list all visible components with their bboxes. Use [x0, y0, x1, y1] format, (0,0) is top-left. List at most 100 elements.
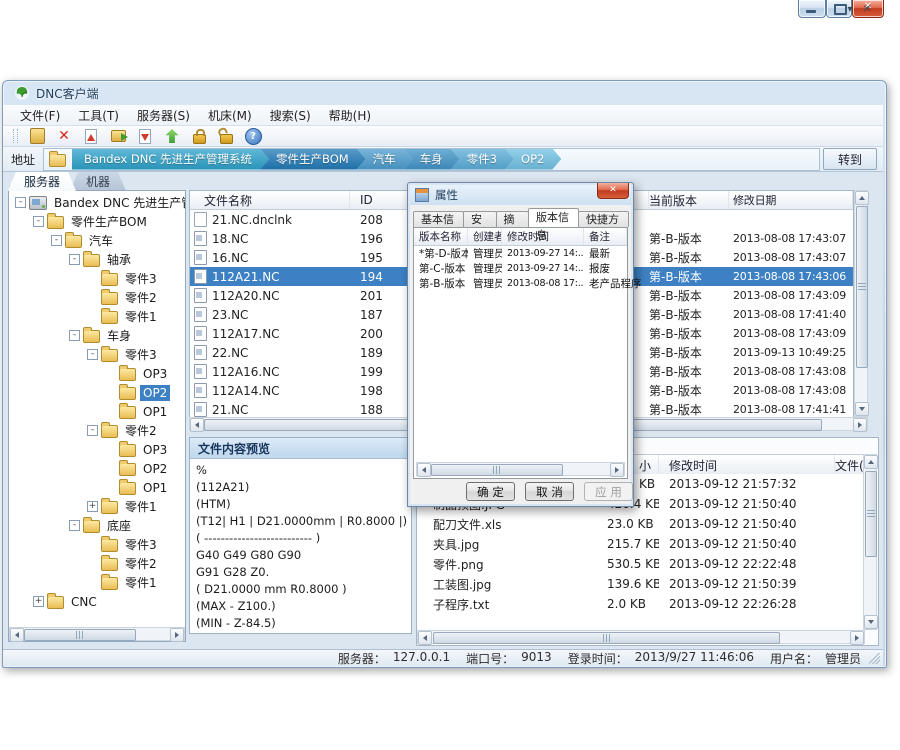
tree-item[interactable]: OP1: [9, 478, 185, 497]
attachments-vscrollbar[interactable]: [863, 454, 877, 630]
scrollbar-thumb[interactable]: [865, 471, 877, 557]
scroll-up-icon[interactable]: [864, 455, 878, 469]
tree-item[interactable]: OP3: [9, 440, 185, 459]
breadcrumb-segment[interactable]: 零件生产BOM: [260, 149, 366, 170]
column-header-creator[interactable]: 创建者: [468, 228, 502, 245]
expander-icon[interactable]: -: [51, 235, 62, 246]
tree-item[interactable]: 零件1: [9, 307, 185, 326]
dialog-tab[interactable]: 安全: [463, 211, 497, 227]
toolbar-button[interactable]: [135, 127, 155, 145]
breadcrumb-segment[interactable]: Bandex DNC 先进生产管理系统: [72, 149, 269, 170]
tree-item[interactable]: - 零件2: [9, 421, 185, 440]
dialog-tab[interactable]: 快捷方式: [578, 211, 629, 227]
tree-item[interactable]: - 零件生产BOM: [9, 212, 185, 231]
expander-icon[interactable]: +: [87, 501, 98, 512]
scroll-left-icon[interactable]: [418, 631, 432, 645]
cancel-button[interactable]: 取 消: [525, 482, 574, 501]
go-button[interactable]: 转到: [823, 148, 877, 170]
scroll-left-icon[interactable]: [190, 418, 204, 432]
tree-item[interactable]: OP1: [9, 402, 185, 421]
scroll-right-icon[interactable]: [610, 463, 624, 477]
tree-item[interactable]: 零件1: [9, 573, 185, 592]
expander-icon[interactable]: -: [15, 197, 26, 208]
list-item[interactable]: 工装图.jpg 139.6 KB 2013-09-12 21:50:39: [417, 574, 865, 594]
expander-icon[interactable]: -: [87, 425, 98, 436]
menu-item[interactable]: 机床(M): [199, 105, 261, 126]
column-header-version-name[interactable]: 版本名称: [414, 228, 468, 245]
scrollbar-thumb[interactable]: [24, 629, 136, 641]
menu-item[interactable]: 文件(F): [11, 105, 69, 126]
column-header-version[interactable]: 当前版本: [649, 191, 729, 209]
tree-item[interactable]: - 底座: [9, 516, 185, 535]
menu-item[interactable]: 服务器(S): [128, 105, 199, 126]
tree-item[interactable]: OP2: [9, 459, 185, 478]
toolbar-button[interactable]: [162, 127, 182, 145]
tree-item[interactable]: - 零件3: [9, 345, 185, 364]
list-item[interactable]: 夹具.jpg 215.7 KB 2013-09-12 21:50:40: [417, 534, 865, 554]
expander-icon[interactable]: -: [87, 349, 98, 360]
dialog-hscrollbar[interactable]: [416, 462, 625, 476]
toolbar-button[interactable]: [243, 127, 263, 145]
list-item[interactable]: 零件.png 530.5 KB 2013-09-12 22:22:48: [417, 554, 865, 574]
column-header-modified[interactable]: 修改时间: [659, 455, 835, 475]
panel-tab[interactable]: 机器: [70, 172, 126, 191]
toolbar-button[interactable]: [189, 127, 209, 145]
attachments-hscrollbar[interactable]: [417, 630, 865, 644]
tree-item[interactable]: 零件3: [9, 535, 185, 554]
toolbar-button[interactable]: [27, 127, 47, 145]
toolbar-button[interactable]: [108, 127, 128, 145]
column-header-id[interactable]: ID: [350, 191, 412, 209]
column-header-file[interactable]: 文件(&: [835, 455, 865, 475]
tree-item[interactable]: 零件2: [9, 554, 185, 573]
tree-item[interactable]: + 零件1: [9, 497, 185, 516]
list-item[interactable]: 子程序.txt 2.0 KB 2013-09-12 22:26:28: [417, 594, 865, 614]
titlebar[interactable]: DNC客户端: [2, 81, 883, 105]
expander-icon[interactable]: -: [69, 520, 80, 531]
tree-item[interactable]: - 轴承: [9, 250, 185, 269]
dialog-tab[interactable]: 版本信息: [528, 208, 579, 227]
expander-icon[interactable]: +: [33, 596, 44, 607]
scrollbar-thumb[interactable]: [431, 464, 563, 476]
tree-item[interactable]: OP3: [9, 364, 185, 383]
panel-menu-icon[interactable]: ▾: [843, 3, 857, 17]
tree-item[interactable]: OP2: [9, 383, 185, 402]
list-item[interactable]: 配刀文件.xls 23.0 KB 2013-09-12 21:50:40: [417, 514, 865, 534]
scroll-left-icon[interactable]: [417, 463, 431, 477]
menu-item[interactable]: 帮助(H): [320, 105, 380, 126]
dialog-tab[interactable]: 摘要: [496, 211, 530, 227]
apply-button[interactable]: 应 用: [584, 482, 633, 501]
scroll-up-icon[interactable]: [855, 191, 869, 205]
column-header-date[interactable]: 修改日期: [729, 191, 853, 209]
panel-close-icon[interactable]: ✕: [860, 3, 874, 17]
version-row[interactable]: *第-D-版本 管理员 2013-09-27 14:... 最新: [414, 246, 627, 261]
menu-item[interactable]: 工具(T): [69, 105, 128, 126]
scroll-down-icon[interactable]: [864, 615, 878, 629]
tree-item[interactable]: - Bandex DNC 先进生产管理系统: [9, 193, 185, 212]
expander-icon[interactable]: -: [69, 254, 80, 265]
tree-item[interactable]: + CNC: [9, 592, 185, 611]
tree-item[interactable]: - 汽车: [9, 231, 185, 250]
file-list-vscrollbar[interactable]: [854, 190, 868, 417]
breadcrumb-segment[interactable]: 零件3: [451, 149, 514, 170]
panel-tab[interactable]: 服务器: [8, 172, 76, 191]
expander-icon[interactable]: -: [33, 216, 44, 227]
minimize-button[interactable]: [798, 0, 826, 18]
version-row[interactable]: 第-B-版本 管理员 2013-08-08 17:... 老产品程序: [414, 276, 627, 291]
ok-button[interactable]: 确 定: [466, 482, 515, 501]
tree-item[interactable]: 零件3: [9, 269, 185, 288]
dialog-close-button[interactable]: [597, 183, 629, 199]
resize-grip-icon[interactable]: [869, 653, 880, 664]
scroll-right-icon[interactable]: [170, 628, 184, 642]
tree-item[interactable]: - 车身: [9, 326, 185, 345]
scroll-down-icon[interactable]: [855, 402, 869, 416]
expander-icon[interactable]: -: [69, 330, 80, 341]
scroll-left-icon[interactable]: [10, 628, 24, 642]
toolbar-button[interactable]: [81, 127, 101, 145]
tree-hscrollbar[interactable]: [9, 627, 185, 641]
toolbar-button[interactable]: [216, 127, 236, 145]
scroll-right-icon[interactable]: [853, 418, 867, 432]
tree-item[interactable]: 零件2: [9, 288, 185, 307]
scrollbar-thumb[interactable]: [856, 206, 868, 368]
version-row[interactable]: 第-C-版本 管理员 2013-09-27 14:... 报废: [414, 261, 627, 276]
menu-item[interactable]: 搜索(S): [261, 105, 320, 126]
